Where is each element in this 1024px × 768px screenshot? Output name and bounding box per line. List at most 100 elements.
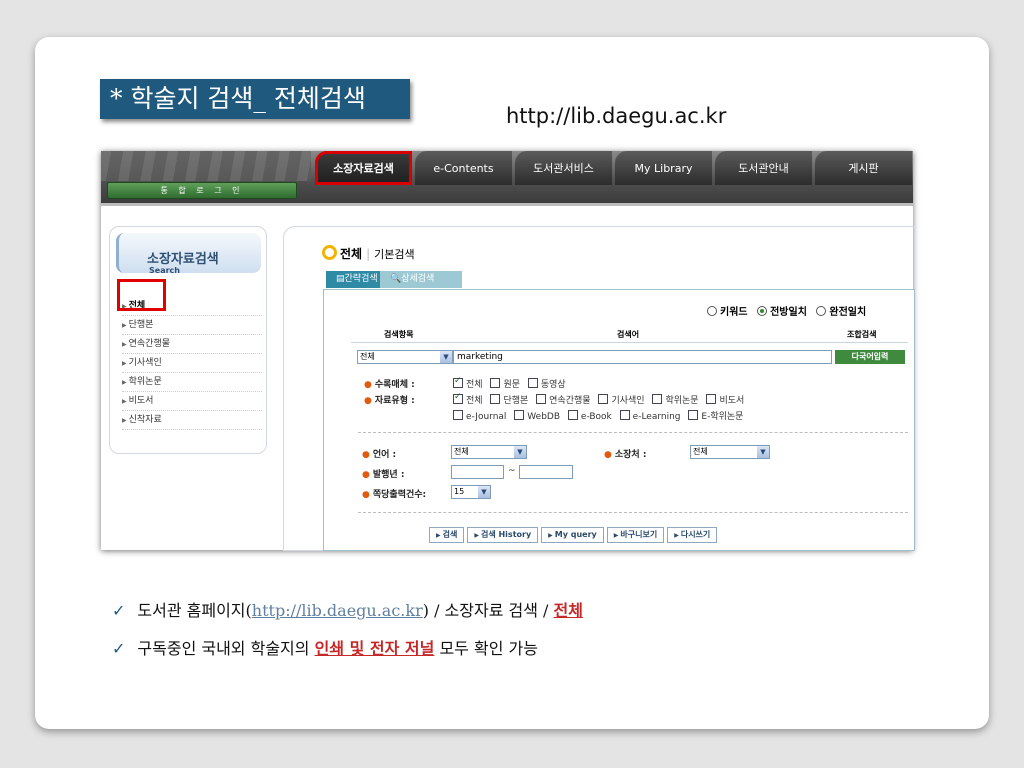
arrow-right-icon: ▶ — [122, 417, 127, 424]
bullet-icon: ● — [362, 490, 370, 500]
nav-tab-library-services[interactable]: 도서관서비스 — [515, 151, 612, 185]
pub-year-to-input[interactable] — [519, 465, 573, 479]
header-combo: 조합검색 — [847, 330, 877, 339]
checkbox-media-video[interactable] — [527, 378, 538, 388]
nav-tab-holdings-search[interactable]: 소장자료검색 — [315, 151, 412, 185]
media-filter-label: ● 수록매체 : — [364, 380, 415, 390]
sidebar-item-article-index[interactable]: ▶ 기사색인 — [122, 354, 262, 373]
sidebar-subtitle: Search — [149, 266, 180, 275]
bullet-journals: ✓ 구독중인 국내외 학술지의 인쇄 및 전자 저널 모두 확인 가능 — [112, 639, 538, 658]
emphasis-all: 전체 — [553, 601, 583, 620]
integrated-login-button[interactable]: 통 합 로 그 인 — [107, 182, 297, 199]
action-buttons: ▶ 검색 ▶ 검색 History ▶ My query ▶ 바구니보기 ▶ 다시쓰기 — [429, 527, 720, 543]
header-term: 검색어 — [617, 330, 640, 339]
breadcrumb: 전체 | 기본검색 — [322, 245, 415, 262]
search-button[interactable]: ▶ 검색 — [429, 527, 465, 543]
search-mode-tabs: ▤간략검색 🔍상세검색 — [326, 271, 462, 288]
pub-year-from-input[interactable] — [451, 465, 504, 479]
checkbox-type-e-learning[interactable] — [619, 410, 630, 420]
checkbox-media-fulltext[interactable] — [490, 378, 501, 388]
bullet-icon: ● — [364, 396, 372, 406]
arrow-right-icon: ▶ — [674, 532, 679, 539]
nav-tab-e-contents[interactable]: e-Contents — [415, 151, 512, 185]
per-page-label: ● 쪽당출력건수: — [362, 490, 427, 500]
url-heading: http://lib.daegu.ac.kr — [506, 104, 727, 128]
sidebar-item-serials[interactable]: ▶ 연속간행물 — [122, 335, 262, 354]
nav-tab-library-info[interactable]: 도서관안내 — [715, 151, 812, 185]
checkbox-media-all[interactable] — [453, 376, 463, 388]
sidebar-item-books[interactable]: ▶ 단행본 — [122, 316, 262, 335]
bullet-homepage: ✓ 도서관 홈페이지(http://lib.daegu.ac.kr) / 소장자료… — [112, 601, 583, 620]
checkbox-type-e-book[interactable] — [567, 410, 578, 420]
arrow-right-icon: ▶ — [122, 341, 127, 348]
tab-advanced-search[interactable]: 🔍상세검색 — [380, 271, 462, 288]
checkbox-type-article-index[interactable] — [598, 394, 609, 404]
arrow-right-icon: ▶ — [474, 532, 479, 539]
per-page-select[interactable]: 15 ▼ — [451, 485, 491, 499]
sidebar-item-theses[interactable]: ▶ 학위논문 — [122, 373, 262, 392]
chevron-down-icon: ▼ — [440, 351, 452, 363]
search-field-select[interactable]: 전체 ▼ — [357, 350, 453, 364]
checkbox-type-e-thesis[interactable] — [688, 410, 699, 420]
library-homepage-link[interactable]: http://lib.daegu.ac.kr — [252, 601, 423, 620]
multilingual-input-button[interactable]: 다국어입력 — [835, 350, 905, 364]
main-nav: 소장자료검색 e-Contents 도서관서비스 My Library 도서관안… — [315, 151, 913, 185]
sidebar-item-non-book[interactable]: ▶ 비도서 — [122, 392, 262, 411]
type-filter-options-row1: 전체 단행본 연속간행물 기사색인 학위논문 비도서 — [453, 392, 749, 406]
tab-simple-search[interactable]: ▤간략검색 — [326, 271, 380, 288]
checkbox-type-books[interactable] — [490, 394, 501, 404]
slide-title: * 학술지 검색_ 전체검색 — [100, 79, 410, 119]
site-header: 통 합 로 그 인 소장자료검색 e-Contents 도서관서비스 My Li… — [101, 151, 913, 203]
arrow-right-icon: ▶ — [122, 398, 127, 405]
search-term-input[interactable]: marketing — [453, 350, 832, 364]
checkmark-icon: ✓ — [112, 639, 126, 658]
pub-year-separator: ~ — [508, 466, 516, 476]
bullet-icon: ● — [604, 450, 612, 460]
arrow-right-icon: ▶ — [613, 532, 619, 539]
location-select[interactable]: 전체 ▼ — [690, 445, 770, 459]
sidebar-header: 소장자료검색 Search — [116, 233, 261, 275]
checkbox-type-non-book[interactable] — [706, 394, 717, 404]
language-select[interactable]: 전체 ▼ — [451, 445, 527, 459]
search-header-row: 검색항목 검색어 조합검색 — [351, 322, 908, 343]
highlight-box-all — [117, 279, 166, 311]
checkbox-type-all[interactable] — [453, 392, 463, 404]
radio-keyword[interactable] — [707, 306, 717, 316]
reset-button[interactable]: ▶ 다시쓰기 — [667, 527, 718, 543]
language-label: ● 언어 : — [362, 450, 397, 460]
checkbox-type-e-journal[interactable] — [453, 410, 463, 420]
breadcrumb-separator: | — [366, 247, 371, 261]
sidebar-title: 소장자료검색 — [147, 252, 219, 267]
search-icon: 🔍 — [390, 274, 402, 284]
chevron-down-icon: ▼ — [514, 446, 526, 458]
match-options: 키워드 전방일치 완전일치 — [707, 303, 872, 318]
location-label: ● 소장처 : — [604, 450, 647, 460]
header-decoration — [101, 151, 311, 181]
chevron-down-icon: ▼ — [757, 446, 769, 458]
list-icon: ▤ — [336, 274, 345, 284]
pub-year-label: ● 발행년 : — [362, 470, 405, 480]
sidebar-item-new-arrivals[interactable]: ▶ 신착자료 — [122, 411, 262, 430]
radio-exact-match[interactable] — [816, 306, 827, 316]
checkmark-icon: ✓ — [112, 601, 126, 620]
emphasis-print-electronic: 인쇄 및 전자 저널 — [314, 639, 435, 658]
radio-prefix-match[interactable] — [757, 306, 768, 316]
checkbox-type-theses[interactable] — [652, 394, 663, 404]
view-basket-button[interactable]: ▶ 바구니보기 — [606, 527, 665, 543]
checkbox-type-webdb[interactable] — [514, 410, 525, 420]
arrow-right-icon: ▶ — [436, 532, 441, 539]
arrow-right-icon: ▶ — [548, 532, 553, 539]
nav-tab-my-library[interactable]: My Library — [615, 151, 712, 185]
nav-tab-board[interactable]: 게시판 — [815, 151, 912, 185]
search-history-button[interactable]: ▶ 검색 History — [467, 527, 539, 543]
sidebar: 소장자료검색 Search ▶ 전체 ▶ 단행본 ▶ 연속간행물 ▶ 기사색인 ▶ 학위논… — [109, 226, 267, 454]
sidebar-menu: ▶ 전체 ▶ 단행본 ▶ 연속간행물 ▶ 기사색인 ▶ 학위논문 ▶ 비도서 ▶ 신착자료 — [122, 297, 262, 430]
header-field: 검색항목 — [384, 330, 414, 339]
bullet-icon: ● — [362, 450, 370, 460]
checkbox-type-serials[interactable] — [536, 394, 547, 404]
divider — [358, 512, 908, 513]
my-query-button[interactable]: ▶ My query — [541, 527, 604, 543]
header-divider — [101, 203, 913, 206]
slide-bullets: ✓ 도서관 홈페이지(http://lib.daegu.ac.kr) / 소장자료… — [112, 597, 583, 673]
chevron-down-icon: ▼ — [478, 486, 490, 498]
